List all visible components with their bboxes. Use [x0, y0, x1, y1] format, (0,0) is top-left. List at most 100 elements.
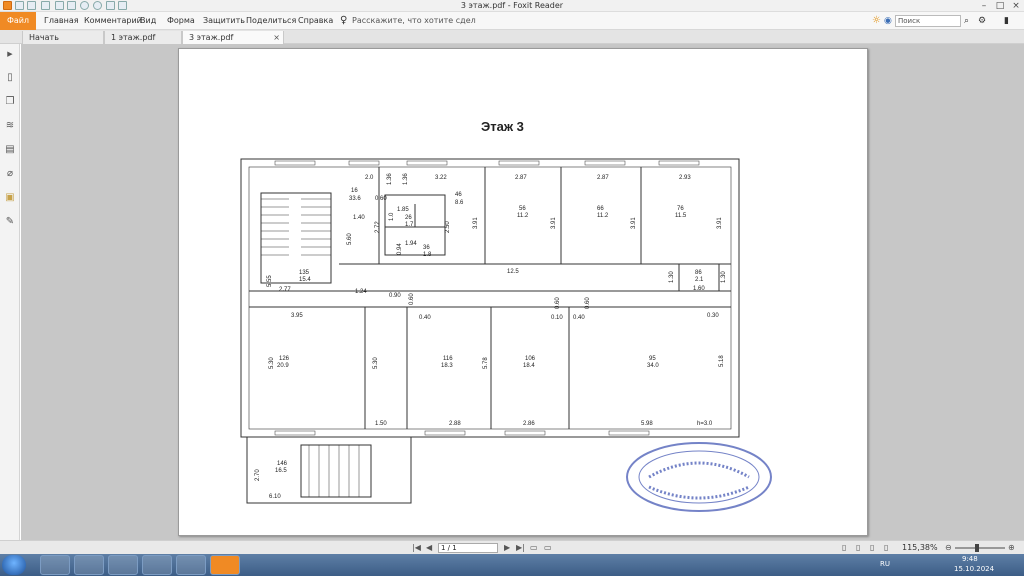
- menu-share[interactable]: Поделиться: [246, 12, 296, 30]
- search-input[interactable]: Поиск: [895, 15, 961, 27]
- layout-single-icon[interactable]: ▯: [842, 542, 846, 554]
- menu-help[interactable]: Справка: [298, 12, 333, 30]
- room-area: 1.8: [423, 252, 432, 258]
- menu-home[interactable]: Главная: [44, 12, 79, 30]
- lightbulb-icon: ♀: [340, 15, 348, 26]
- layout-cover-icon[interactable]: ▯: [884, 542, 888, 554]
- menu-comment[interactable]: Комментарий: [84, 12, 142, 30]
- search-icon[interactable]: ⌕: [964, 12, 969, 30]
- outlook-taskbar-icon[interactable]: [108, 555, 138, 575]
- ie-taskbar-icon[interactable]: [40, 555, 70, 575]
- zoom-slider[interactable]: [955, 547, 1005, 549]
- dim-label: 1.40: [353, 215, 365, 221]
- close-window-icon[interactable]: ×: [1008, 0, 1024, 12]
- layout-continuous-icon[interactable]: ▯: [856, 542, 860, 554]
- room-area: 8.6: [455, 200, 464, 206]
- room-number: 86: [695, 270, 702, 276]
- dim-label: 2.50: [445, 221, 451, 233]
- tab-floor3[interactable]: 3 этаж.pdf ×: [182, 31, 284, 44]
- dim-label: 2.86: [523, 421, 535, 427]
- clock-date[interactable]: 15.10.2024: [954, 564, 994, 575]
- tab-close-icon[interactable]: ×: [273, 31, 280, 44]
- room-number: 126: [279, 356, 290, 362]
- menu-form[interactable]: Форма: [167, 12, 195, 30]
- explorer-taskbar-icon[interactable]: [74, 555, 104, 575]
- room-area: 34.0: [647, 363, 659, 369]
- signature-icon[interactable]: ✎: [4, 216, 16, 228]
- room-number: 26: [405, 215, 412, 221]
- user-icon[interactable]: ◉: [884, 12, 892, 30]
- dim-label: 0.60: [555, 297, 561, 309]
- room-number: 56: [519, 206, 526, 212]
- dim-label: 0.94: [397, 243, 403, 255]
- next-page-icon[interactable]: ▶: [504, 542, 510, 554]
- pdf-page: Этаж 3 2.0 1.36 1.36 3.22 2.87 2.87 2.93…: [178, 48, 868, 536]
- start-button[interactable]: [2, 555, 26, 575]
- dim-label: 3.22: [435, 175, 447, 181]
- attachment-icon[interactable]: ⌀: [4, 168, 16, 180]
- foxit-taskbar-icon[interactable]: [210, 555, 240, 575]
- dim-label: 2.0: [365, 175, 374, 181]
- last-page-icon[interactable]: ▶|: [516, 542, 525, 554]
- zoom-slider-knob[interactable]: [975, 544, 979, 552]
- room-area: 18.3: [441, 363, 453, 369]
- excel-taskbar-icon[interactable]: [176, 555, 206, 575]
- bookmark-icon[interactable]: ▯: [4, 72, 16, 84]
- layout-facing-icon[interactable]: ▯: [870, 542, 874, 554]
- dim-label: 3.91: [551, 217, 557, 229]
- plan-title: Этаж 3: [481, 119, 524, 134]
- file-menu-button[interactable]: Файл: [0, 12, 36, 30]
- chrome-taskbar-icon[interactable]: [142, 555, 172, 575]
- room-area: 11.5: [675, 213, 687, 219]
- dim-label: 1.30: [669, 271, 675, 283]
- minimize-icon[interactable]: –: [976, 0, 992, 12]
- dim-label: 1.94: [405, 241, 417, 247]
- tab-start[interactable]: Начать: [22, 31, 104, 44]
- tab-label: 3 этаж.pdf: [189, 33, 234, 42]
- dim-label: 0.90: [389, 293, 401, 299]
- room-number: 16: [351, 188, 358, 194]
- settings-icon[interactable]: ⚙: [978, 12, 986, 30]
- dim-label: 2.72: [375, 221, 381, 233]
- dim-label: 5.78: [483, 357, 489, 369]
- comments-icon[interactable]: ▤: [4, 144, 16, 156]
- first-page-icon[interactable]: |◀: [412, 542, 421, 554]
- menu-protect[interactable]: Защитить: [203, 12, 245, 30]
- tell-me-field[interactable]: Расскажите, что хотите сдел: [352, 12, 476, 30]
- page-number-input[interactable]: 1 / 1: [438, 543, 498, 553]
- layers-icon[interactable]: ≋: [4, 120, 16, 132]
- dim-label: 2.88: [449, 421, 461, 427]
- window-title: 3 этаж.pdf - Foxit Reader: [460, 1, 564, 10]
- language-indicator[interactable]: RU: [880, 559, 890, 570]
- taskbar: RU 9:48 15.10.2024: [0, 554, 1024, 576]
- view-single-icon[interactable]: ▭: [530, 542, 538, 554]
- arrow-icon[interactable]: ▶: [4, 48, 16, 60]
- prev-page-icon[interactable]: ◀: [426, 542, 432, 554]
- dim-label: 0.60: [375, 196, 387, 202]
- tab-label: 1 этаж.pdf: [111, 33, 156, 42]
- sun-icon[interactable]: ☼: [872, 12, 881, 30]
- bookmark-ribbon-icon[interactable]: ▮: [1004, 12, 1009, 30]
- room-number: 95: [649, 356, 656, 362]
- dim-label: 2.87: [515, 175, 527, 181]
- view-continuous-icon[interactable]: ▭: [544, 542, 552, 554]
- zoom-out-icon[interactable]: ⊖: [945, 542, 952, 554]
- pages-icon[interactable]: ❐: [4, 96, 16, 108]
- room-area: 11.2: [597, 213, 609, 219]
- maximize-icon[interactable]: □: [992, 0, 1008, 12]
- dim-label: 0.60: [585, 297, 591, 309]
- zoom-in-icon[interactable]: ⊕: [1008, 542, 1015, 554]
- dim-label: 1.85: [397, 207, 409, 213]
- dim-label: 2.77: [279, 287, 291, 293]
- room-area: 15.4: [299, 277, 311, 283]
- dim-label: 3.95: [291, 313, 303, 319]
- dim-label: 1.50: [375, 421, 387, 427]
- dim-label: h=3.0: [697, 421, 713, 427]
- security-icon[interactable]: ▣: [4, 192, 16, 204]
- menu-view[interactable]: Вид: [140, 12, 156, 30]
- tab-floor1[interactable]: 1 этаж.pdf: [104, 31, 182, 44]
- dim-label: 2.93: [679, 175, 691, 181]
- room-number: 66: [597, 206, 604, 212]
- dim-label: 3.91: [717, 217, 723, 229]
- zoom-level[interactable]: 115,38%: [902, 542, 938, 554]
